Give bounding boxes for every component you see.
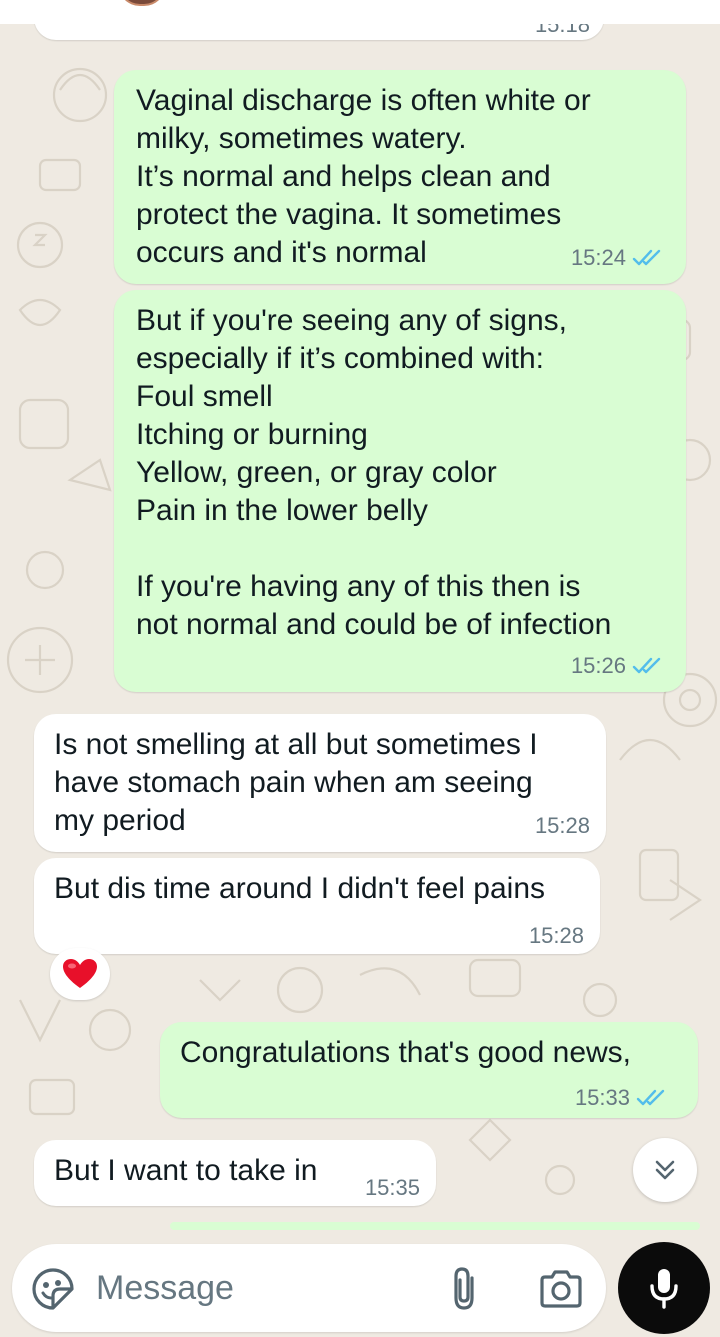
message-text: But dis time around I didn't feel pains bbox=[54, 872, 546, 905]
message-time: 15:28 bbox=[528, 923, 584, 948]
incoming-message[interactable]: But I want to take in 15:35 bbox=[34, 1140, 436, 1206]
message-time: 15:28 bbox=[534, 813, 590, 838]
double-chevron-down-icon bbox=[655, 1160, 675, 1180]
message-composer bbox=[12, 1244, 606, 1332]
message-reaction[interactable] bbox=[50, 948, 110, 1000]
incoming-message[interactable]: Is not smelling at all but sometimes I h… bbox=[34, 714, 606, 852]
incoming-message[interactable]: But dis time around I didn't feel pains … bbox=[34, 858, 600, 954]
message-meta: 15:24 bbox=[571, 246, 664, 270]
message-text: But I want to take in bbox=[54, 1154, 318, 1187]
outgoing-message[interactable]: Congratulations that's good news, 15:33 bbox=[160, 1022, 698, 1118]
sticker-smiley-icon[interactable] bbox=[30, 1266, 76, 1312]
double-check-icon bbox=[636, 1088, 668, 1108]
partial-message-edge bbox=[170, 1222, 700, 1230]
message-input[interactable] bbox=[96, 1268, 426, 1308]
outgoing-message[interactable]: But if you're seeing any of signs, espec… bbox=[114, 290, 686, 692]
scroll-to-bottom-button[interactable] bbox=[633, 1138, 697, 1202]
header-remnant bbox=[0, 0, 720, 24]
camera-icon[interactable] bbox=[538, 1268, 584, 1310]
message-time: 15:26 bbox=[570, 653, 626, 678]
message-meta: 15:26 bbox=[571, 654, 664, 678]
message-meta: 15:35 bbox=[365, 1176, 420, 1200]
double-check-icon bbox=[632, 656, 664, 676]
heart-icon bbox=[63, 959, 97, 988]
voice-message-button[interactable] bbox=[618, 1242, 710, 1334]
message-meta: 15:33 bbox=[575, 1086, 668, 1110]
message-text: Is not smelling at all but sometimes I h… bbox=[54, 728, 538, 837]
message-text: But if you're seeing any of signs, espec… bbox=[136, 304, 612, 641]
message-time: 15:33 bbox=[574, 1085, 630, 1110]
message-meta: 15:28 bbox=[529, 924, 584, 948]
message-time: 15:24 bbox=[570, 245, 626, 270]
microphone-icon bbox=[650, 1269, 678, 1309]
double-check-icon bbox=[632, 248, 664, 268]
paperclip-icon[interactable] bbox=[444, 1264, 484, 1314]
message-text: Vaginal discharge is often white or milk… bbox=[136, 84, 591, 269]
message-time: 15:35 bbox=[364, 1175, 420, 1200]
message-text: Congratulations that's good news, bbox=[180, 1036, 632, 1069]
outgoing-message[interactable]: Vaginal discharge is often white or milk… bbox=[114, 70, 686, 284]
message-meta: 15:28 bbox=[535, 814, 590, 838]
